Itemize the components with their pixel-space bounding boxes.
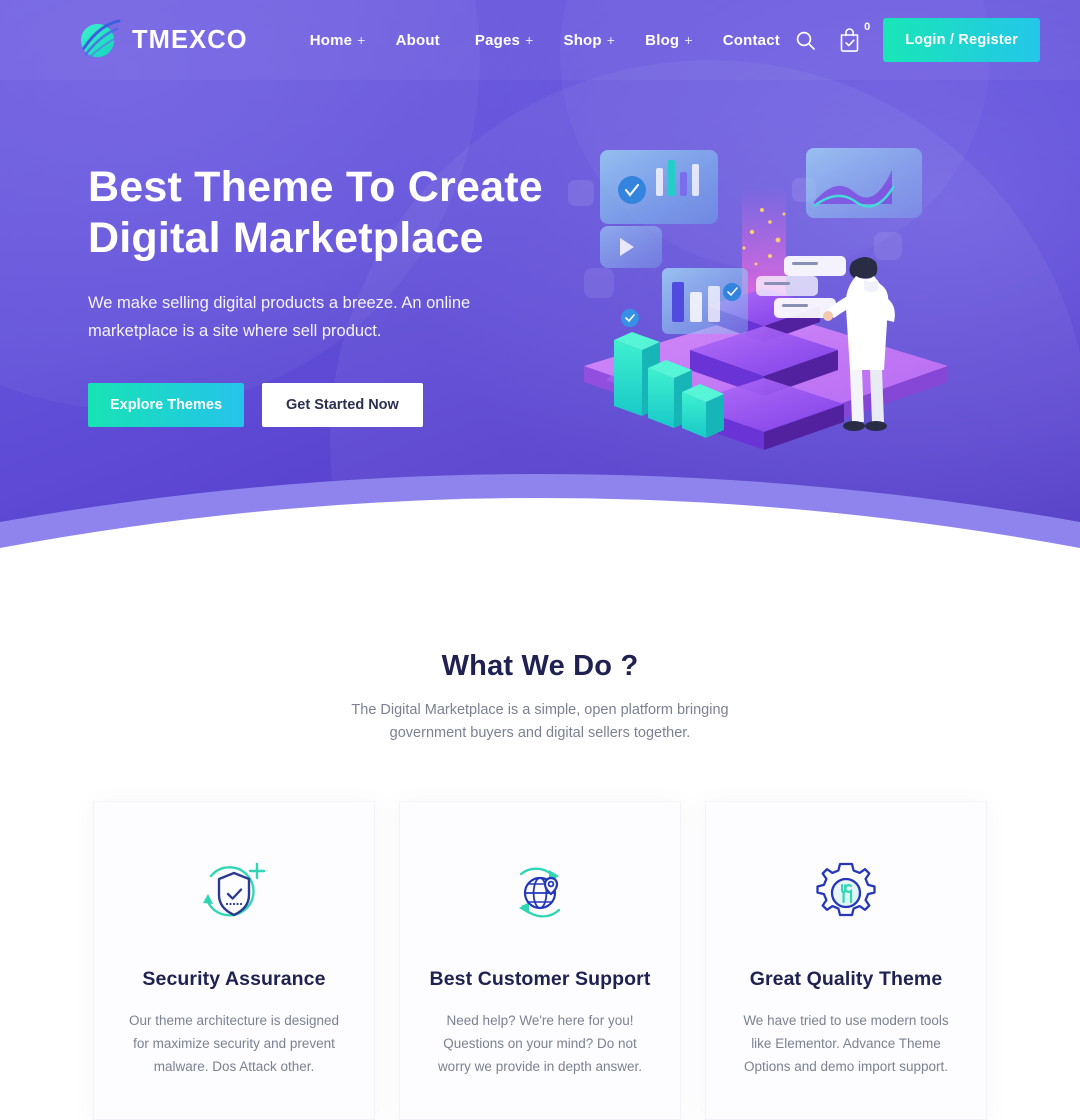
dropdown-plus-icon: + [357,31,366,48]
nav-item-contact[interactable]: Contact [723,32,785,49]
nav-label: Shop [563,31,602,49]
globe-pin-refresh-icon [519,867,561,918]
hero-content: Best Theme To Create Digital Marketplace… [88,162,568,427]
hero-wave-divider [0,474,1080,600]
card-description: Our theme architecture is designed for m… [128,1012,340,1075]
site-logo[interactable]: TMEXCO [78,18,248,62]
nav-item-pages[interactable]: Pages + [475,32,534,49]
feature-card-support[interactable]: Best Customer Support Need help? We're h… [399,800,681,1120]
shopping-bag-check-icon [840,27,859,52]
cart-count-badge: 0 [864,20,871,33]
card-icon-wrap [426,858,654,930]
feature-card-quality[interactable]: Great Quality Theme We have tried to use… [705,800,987,1120]
feature-card-security[interactable]: Security Assurance Our theme architectur… [93,800,375,1120]
explore-themes-button[interactable]: Explore Themes [88,382,245,427]
search-button[interactable] [795,30,816,51]
section-subtitle: The Digital Marketplace is a simple, ope… [351,702,729,742]
nav-item-about[interactable]: About [396,32,445,49]
card-title: Security Assurance [142,967,326,990]
nav-label: Contact [722,31,780,49]
search-icon [796,31,816,50]
login-register-button[interactable]: Login / Register [883,18,1040,62]
shield-check-refresh-icon [203,862,266,917]
hero-title-line2: Digital Marketplace [88,214,484,263]
nav-label: Home [309,31,353,49]
hero-subtitle: We make selling digital products a breez… [88,294,471,340]
card-description: Need help? We're here for you! Questions… [437,1012,643,1075]
card-description: We have tried to use modern tools like E… [743,1012,949,1075]
card-icon-wrap [732,858,960,930]
nav-item-home[interactable]: Home + [310,32,366,49]
nav-label: About [395,31,440,49]
card-icon-wrap [120,858,348,930]
cart-button[interactable]: 0 [838,21,870,53]
feature-card-grid: Security Assurance Our theme architectur… [0,800,1080,1120]
hero-button-group: Explore Themes Get Started Now [88,382,568,427]
section-title: What We Do ? [441,650,639,682]
gear-tools-icon [816,862,876,917]
nav-item-blog[interactable]: Blog + [645,32,693,49]
nav-item-shop[interactable]: Shop + [563,32,615,49]
site-header: TMEXCO Home + About Pages + Shop + Blog … [0,0,1080,80]
main-navigation: Home + About Pages + Shop + Blog + Conta… [310,32,785,49]
dropdown-plus-icon: + [684,31,693,48]
hero-title-line1: Best Theme To Create [88,163,543,211]
brand-name: TMEXCO [132,25,248,54]
hero-illustration [568,148,948,450]
nav-label: Blog [645,31,680,49]
nav-label: Pages [474,31,521,49]
header-actions: 0 Login / Register [795,18,1040,62]
hero-title: Best Theme To Create Digital Marketplace [88,162,568,264]
hero-section: Best Theme To Create Digital Marketplace… [0,0,1080,600]
card-title: Great Quality Theme [749,967,943,990]
dropdown-plus-icon: + [525,31,534,48]
get-started-button[interactable]: Get Started Now [262,382,423,427]
card-title: Best Customer Support [429,967,651,990]
dropdown-plus-icon: + [606,31,616,48]
leaf-circle-logo-icon [80,18,121,58]
what-we-do-section: What We Do ? The Digital Marketplace is … [0,600,1080,1120]
